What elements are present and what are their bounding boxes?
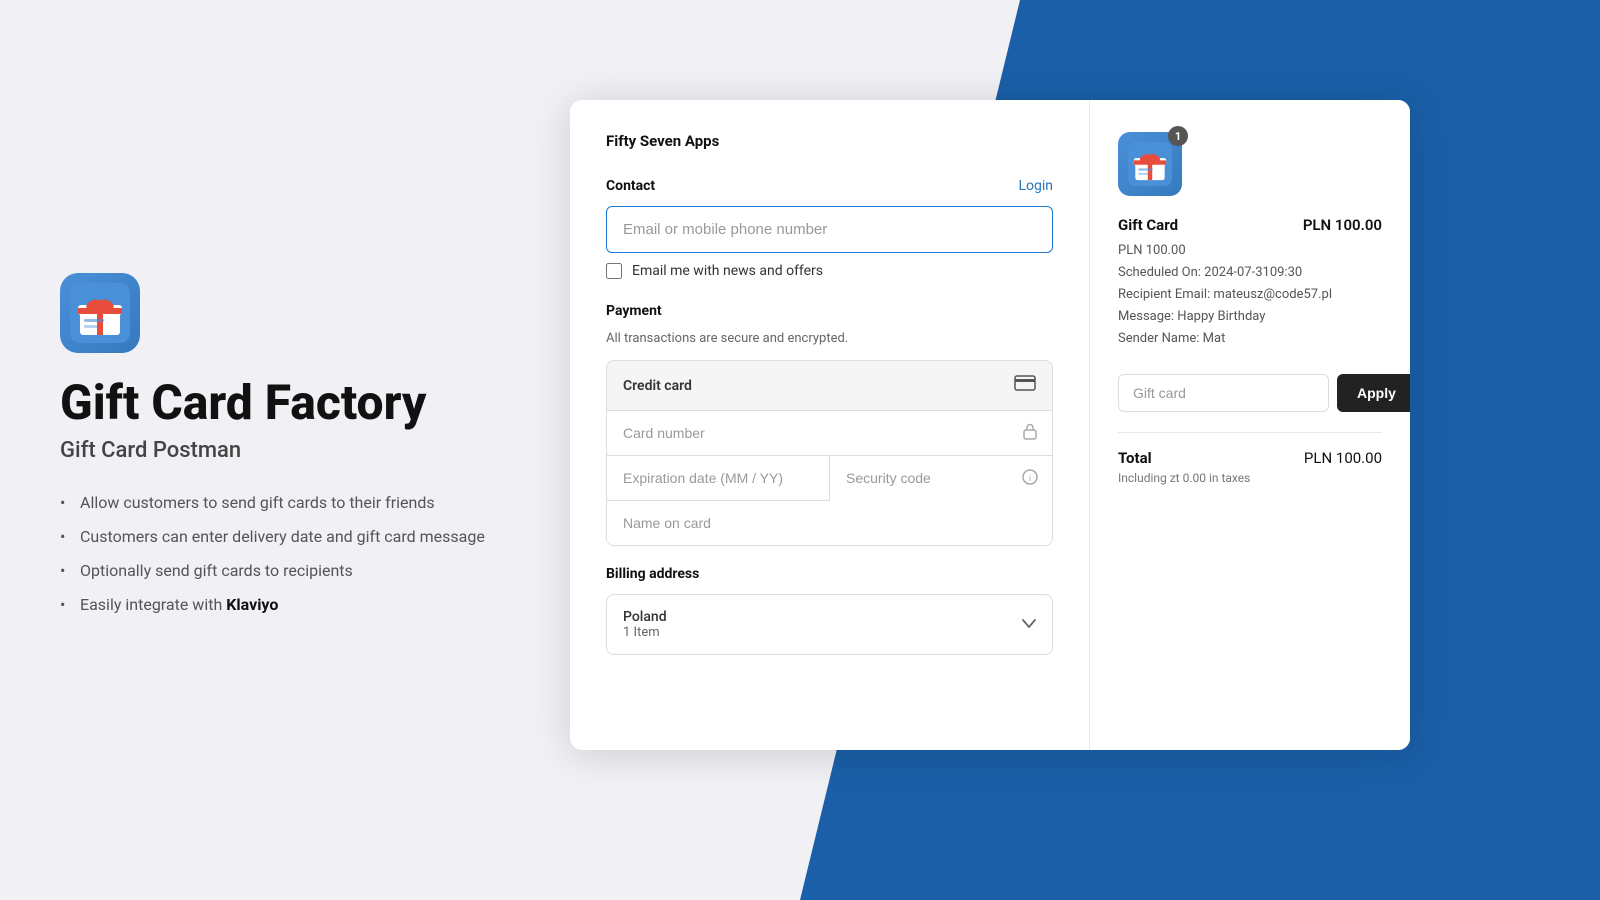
- email-input[interactable]: [606, 206, 1053, 253]
- total-label: Total: [1118, 449, 1152, 467]
- credit-card-header[interactable]: Credit card: [606, 360, 1053, 411]
- payment-label: Payment: [606, 303, 662, 319]
- lock-icon: [1022, 422, 1038, 444]
- gift-card-input[interactable]: [1118, 374, 1329, 412]
- info-icon: i: [1022, 469, 1038, 489]
- feature-item-2: Customers can enter delivery date and gi…: [60, 525, 510, 549]
- total-currency: PLN: [1304, 449, 1332, 467]
- billing-country-select[interactable]: Poland 1 Item: [606, 594, 1053, 655]
- total-amount: PLN 100.00: [1304, 449, 1382, 467]
- feature-item-3: Optionally send gift cards to recipients: [60, 559, 510, 583]
- card-expiry-security-row: i: [607, 456, 1052, 501]
- payment-note: All transactions are secure and encrypte…: [606, 331, 1053, 346]
- billing-header: Billing address: [606, 566, 1053, 582]
- card-number-wrapper: [607, 411, 1052, 456]
- total-row: Total PLN 100.00: [1118, 449, 1382, 467]
- app-icon: [60, 273, 140, 353]
- newsletter-checkbox[interactable]: [606, 263, 622, 279]
- meta-amount: PLN 100.00: [1118, 240, 1382, 262]
- newsletter-row: Email me with news and offers: [606, 263, 1053, 279]
- name-on-card-wrapper: [607, 501, 1052, 545]
- billing-section: Billing address Poland 1 Item: [606, 566, 1053, 655]
- feature-list: Allow customers to send gift cards to th…: [60, 491, 510, 627]
- card-number-input[interactable]: [607, 411, 1052, 455]
- credit-card-icon: [1014, 375, 1036, 396]
- total-value: 100.00: [1336, 449, 1382, 467]
- security-code-input[interactable]: [830, 456, 1052, 500]
- store-name: Fifty Seven Apps: [606, 132, 1053, 150]
- chevron-down-icon: [1022, 617, 1036, 633]
- product-meta: PLN 100.00 Scheduled On: 2024-07-3109:30…: [1118, 240, 1382, 350]
- payment-header: Payment: [606, 303, 1053, 319]
- form-section: Fifty Seven Apps Contact Login Email me …: [570, 100, 1090, 750]
- checkout-card: Fifty Seven Apps Contact Login Email me …: [570, 100, 1410, 750]
- badge-count: 1: [1168, 126, 1188, 146]
- app-title: Gift Card Factory: [60, 377, 510, 430]
- meta-scheduled: Scheduled On: 2024-07-3109:30: [1118, 262, 1382, 284]
- tax-note: Including zt 0.00 in taxes: [1118, 471, 1382, 485]
- billing-country: Poland: [623, 609, 667, 625]
- product-name: Gift Card: [1118, 216, 1178, 234]
- billing-item-count: 1 Item: [623, 625, 667, 640]
- expiry-wrapper: [607, 456, 830, 501]
- meta-message: Message: Happy Birthday: [1118, 306, 1382, 328]
- meta-recipient: Recipient Email: mateusz@code57.pl: [1118, 284, 1382, 306]
- contact-header: Contact Login: [606, 178, 1053, 194]
- credit-card-label: Credit card: [623, 378, 692, 394]
- feature-item-1: Allow customers to send gift cards to th…: [60, 491, 510, 515]
- gift-card-row: Apply: [1118, 374, 1382, 412]
- product-price: PLN 100.00: [1303, 216, 1382, 234]
- apply-button[interactable]: Apply: [1337, 374, 1410, 412]
- product-details: Gift Card PLN 100.00 PLN 100.00 Schedule…: [1118, 216, 1382, 350]
- expiry-input[interactable]: [607, 456, 829, 500]
- order-summary: 1 Gift Card PLN 100.00 PLN 100.00 Schedu…: [1090, 100, 1410, 750]
- credit-card-fields: i: [606, 411, 1053, 546]
- security-code-wrapper: i: [830, 456, 1052, 501]
- newsletter-label: Email me with news and offers: [632, 263, 823, 279]
- product-badge: 1: [1118, 132, 1182, 196]
- name-on-card-input[interactable]: [607, 501, 1052, 545]
- meta-sender: Sender Name: Mat: [1118, 328, 1382, 350]
- feature-item-4: Easily integrate with Klaviyo: [60, 593, 510, 617]
- left-panel: Gift Card Factory Gift Card Postman Allo…: [0, 0, 570, 900]
- app-subtitle: Gift Card Postman: [60, 438, 510, 463]
- payment-section: Payment All transactions are secure and …: [606, 303, 1053, 546]
- svg-text:i: i: [1029, 473, 1031, 483]
- divider: [1118, 432, 1382, 433]
- contact-label: Contact: [606, 178, 655, 194]
- login-link[interactable]: Login: [1018, 178, 1053, 194]
- billing-label: Billing address: [606, 566, 699, 582]
